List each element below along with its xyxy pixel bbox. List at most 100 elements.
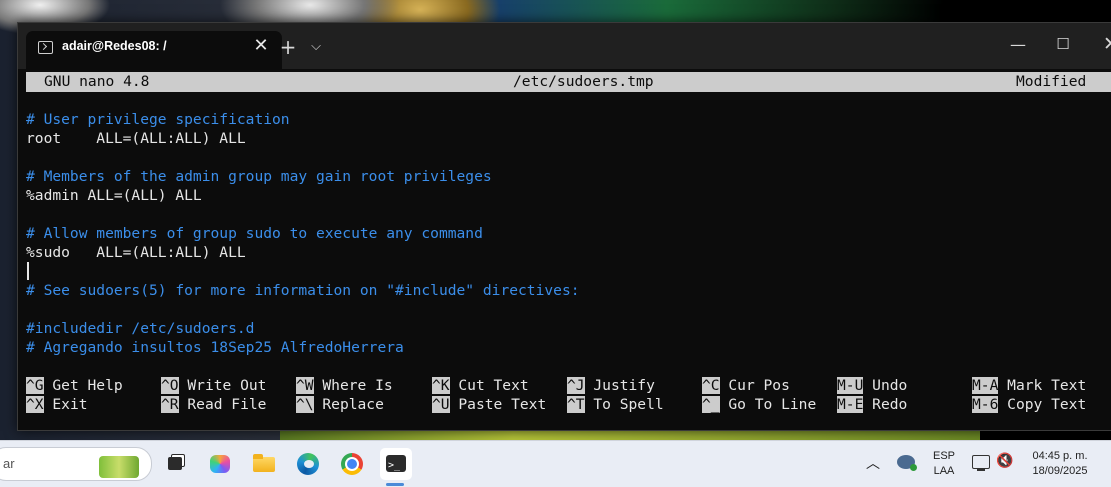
config-line: %admin ALL=(ALL) ALL bbox=[26, 187, 202, 204]
taskbar-search-box[interactable]: ar bbox=[0, 447, 152, 481]
shortcut-label: Write Out bbox=[187, 377, 267, 394]
terminal-taskbar-button[interactable] bbox=[380, 448, 412, 482]
chrome-button[interactable] bbox=[336, 448, 368, 480]
shortcut-item: ^G Get Help bbox=[26, 376, 123, 395]
tab-close-button[interactable]: ✕ bbox=[250, 35, 272, 57]
shortcut-item: M-A Mark Text bbox=[972, 376, 1086, 395]
shortcut-item: ^\ Replace bbox=[296, 395, 384, 414]
shortcut-key: ^X bbox=[26, 396, 44, 413]
tab-title: adair@Redes08: / bbox=[62, 39, 167, 53]
shortcut-key: ^K bbox=[432, 377, 450, 394]
maximize-button[interactable]: ☐ bbox=[1048, 34, 1078, 54]
terminal-app-icon bbox=[380, 448, 412, 482]
comment-line: # User privilege specification bbox=[26, 111, 290, 128]
chrome-icon bbox=[336, 448, 368, 480]
shortcut-key: ^\ bbox=[296, 396, 314, 413]
shortcut-label: Cut Text bbox=[458, 377, 529, 394]
nano-filename: /etc/sudoers.tmp bbox=[513, 73, 654, 90]
file-explorer-button[interactable] bbox=[248, 448, 280, 480]
shortcut-label: Redo bbox=[872, 396, 908, 413]
volume-muted-icon[interactable]: 🔇 bbox=[996, 452, 1013, 469]
shortcut-label: Go To Line bbox=[728, 396, 817, 413]
comment-line: # Members of the admin group may gain ro… bbox=[26, 168, 492, 185]
tab-dropdown-button[interactable]: ⌵ bbox=[308, 39, 324, 55]
shortcut-key: M-6 bbox=[972, 396, 999, 413]
shortcut-key: M-E bbox=[837, 396, 864, 413]
shortcut-item: ^J Justify bbox=[567, 376, 655, 395]
shortcut-item: ^X Exit bbox=[26, 395, 88, 414]
shortcut-label: To Spell bbox=[593, 396, 664, 413]
title-bar[interactable]: adair@Redes08: / ✕ + ⌵ — ☐ ✕ bbox=[18, 23, 1111, 69]
shortcut-label: Replace bbox=[322, 396, 384, 413]
terminal-window: adair@Redes08: / ✕ + ⌵ — ☐ ✕ GNU nano 4.… bbox=[17, 22, 1111, 431]
comment-line: #includedir /etc/sudoers.d bbox=[26, 320, 255, 337]
language-indicator[interactable]: ESP LAA bbox=[930, 449, 958, 479]
shortcut-item: M-E Redo bbox=[837, 395, 907, 414]
search-highlight-icon bbox=[99, 456, 139, 478]
shortcut-key: M-A bbox=[972, 377, 999, 394]
shortcut-key: ^T bbox=[567, 396, 585, 413]
shortcut-label: Undo bbox=[872, 377, 908, 394]
copilot-button[interactable] bbox=[204, 448, 236, 480]
close-window-button[interactable]: ✕ bbox=[1096, 33, 1111, 55]
comment-line: # Agregando insultos 18Sep25 AlfredoHerr… bbox=[26, 339, 404, 356]
new-tab-button[interactable]: + bbox=[278, 37, 298, 57]
shortcut-label: Mark Text bbox=[1007, 377, 1087, 394]
shortcut-label: Read File bbox=[187, 396, 267, 413]
language-code: ESP bbox=[932, 450, 955, 462]
security-icon[interactable] bbox=[897, 455, 917, 471]
minimize-button[interactable]: — bbox=[1003, 35, 1033, 55]
nano-status: Modified bbox=[1016, 73, 1087, 90]
shortcut-item: ^K Cut Text bbox=[432, 376, 529, 395]
shortcut-key: ^U bbox=[432, 396, 450, 413]
terminal-icon bbox=[38, 41, 53, 54]
edge-button[interactable] bbox=[292, 448, 324, 480]
shortcut-label: Get Help bbox=[52, 377, 123, 394]
show-hidden-icons-button[interactable]: ︿ bbox=[866, 453, 880, 473]
shortcut-item: ^_ Go To Line bbox=[702, 395, 816, 414]
clock[interactable]: 04:45 p. m. 18/09/2025 bbox=[1025, 449, 1095, 479]
keyboard-layout: LAA bbox=[933, 465, 955, 477]
shortcut-key: M-U bbox=[837, 377, 864, 394]
task-view-icon bbox=[160, 448, 192, 480]
nano-version: GNU nano 4.8 bbox=[44, 73, 150, 90]
nano-title-bar: GNU nano 4.8 /etc/sudoers.tmp Modified bbox=[26, 72, 1111, 92]
text-cursor bbox=[27, 262, 29, 280]
shortcut-key: ^C bbox=[702, 377, 720, 394]
network-icon[interactable] bbox=[972, 455, 990, 471]
comment-line: # See sudoers(5) for more information on… bbox=[26, 282, 580, 299]
shortcut-item: M-6 Copy Text bbox=[972, 395, 1086, 414]
edge-icon bbox=[292, 448, 324, 480]
shortcut-key: ^_ bbox=[702, 396, 720, 413]
taskbar: ar ︿ ESP LAA 🔇 04:45 p. m. 18/09/2025 bbox=[0, 440, 1111, 487]
shortcut-key: ^W bbox=[296, 377, 314, 394]
shortcut-key: ^G bbox=[26, 377, 44, 394]
shortcut-label: Paste Text bbox=[458, 396, 547, 413]
shortcut-item: ^C Cur Pos bbox=[702, 376, 790, 395]
shortcut-item: M-U Undo bbox=[837, 376, 907, 395]
shortcut-label: Cur Pos bbox=[728, 377, 790, 394]
copilot-icon bbox=[204, 448, 236, 480]
clock-date: 18/09/2025 bbox=[1032, 465, 1088, 477]
search-text: ar bbox=[3, 456, 15, 471]
shortcut-key: ^J bbox=[567, 377, 585, 394]
nano-editor[interactable]: GNU nano 4.8 /etc/sudoers.tmp Modified #… bbox=[26, 72, 1111, 422]
task-view-button[interactable] bbox=[160, 448, 192, 480]
shortcut-item: ^U Paste Text bbox=[432, 395, 546, 414]
folder-icon bbox=[248, 448, 280, 480]
shortcut-item: ^T To Spell bbox=[567, 395, 664, 414]
shortcut-label: Justify bbox=[593, 377, 655, 394]
shortcut-label: Copy Text bbox=[1007, 396, 1087, 413]
comment-line: # Allow members of group sudo to execute… bbox=[26, 225, 483, 242]
shortcut-label: Exit bbox=[52, 396, 88, 413]
shortcut-item: ^O Write Out bbox=[161, 376, 266, 395]
shortcut-label: Where Is bbox=[322, 377, 393, 394]
terminal-tab[interactable]: adair@Redes08: / ✕ bbox=[26, 31, 282, 69]
shortcut-key: ^R bbox=[161, 396, 179, 413]
clock-time: 04:45 p. m. bbox=[1032, 450, 1088, 462]
shortcut-key: ^O bbox=[161, 377, 179, 394]
shortcut-item: ^R Read File bbox=[161, 395, 266, 414]
config-line: root ALL=(ALL:ALL) ALL bbox=[26, 130, 246, 147]
config-line: %sudo ALL=(ALL:ALL) ALL bbox=[26, 244, 246, 261]
shortcut-item: ^W Where Is bbox=[296, 376, 393, 395]
